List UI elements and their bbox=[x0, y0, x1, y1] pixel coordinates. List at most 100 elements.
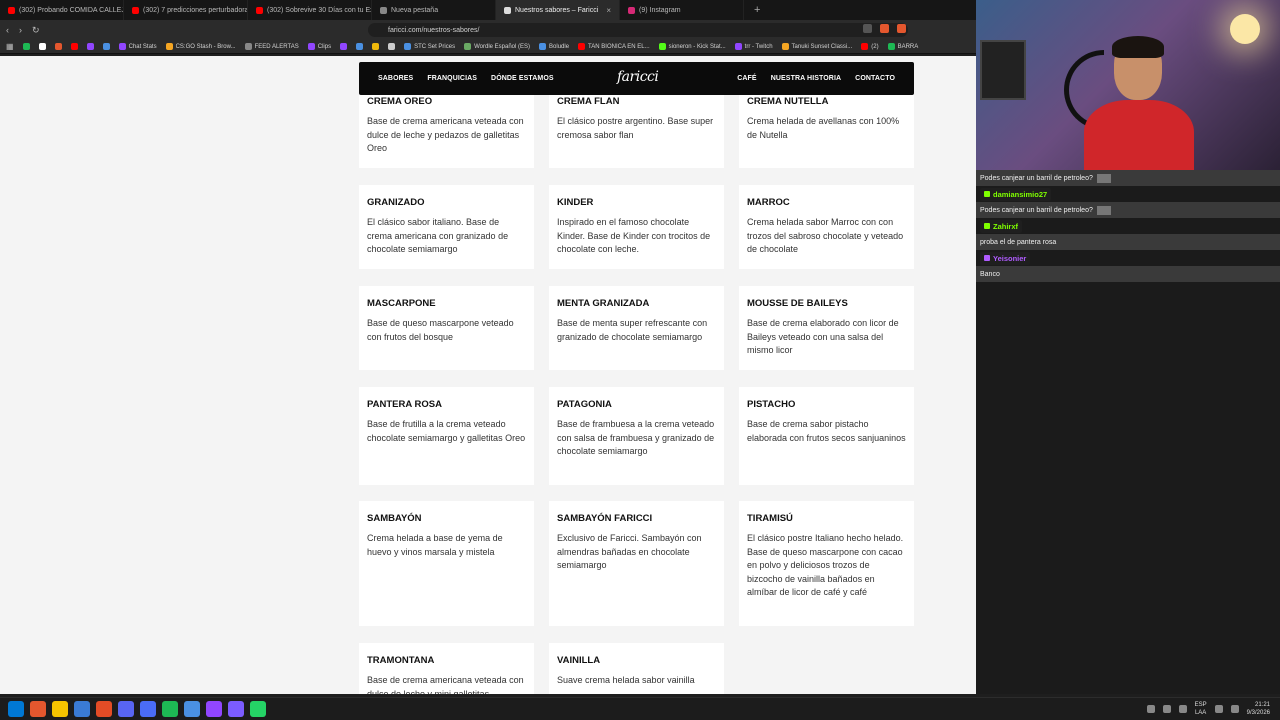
bookmark-item[interactable]: BARRA bbox=[887, 43, 918, 50]
discord-icon[interactable] bbox=[118, 701, 134, 717]
start-icon[interactable] bbox=[8, 701, 24, 717]
flavor-card: CREMA OREO Base de crema americana vetead… bbox=[359, 84, 534, 168]
flavor-card: TIRAMISÚ El clásico postre Italiano hecho… bbox=[739, 501, 914, 626]
apps-grid-icon[interactable]: ▦ bbox=[6, 42, 14, 51]
chat-username-text: damiansimio27 bbox=[993, 189, 1048, 199]
nav-link[interactable]: NUESTRA HISTORIA bbox=[764, 75, 848, 82]
back-icon[interactable]: ‹ bbox=[6, 25, 9, 35]
browser-tab[interactable]: (302) Sobrevive 30 Días con tu Ex en bbox=[248, 0, 372, 20]
bookmark-favicon-icon bbox=[404, 43, 412, 50]
bookmark-favicon-icon bbox=[86, 43, 94, 50]
bookmark-item[interactable]: Boludle bbox=[539, 43, 569, 50]
bookmark-item[interactable]: Chat Stats bbox=[118, 43, 157, 50]
browser-tab[interactable]: (9) Instagram bbox=[620, 0, 744, 20]
wifi-icon[interactable] bbox=[1214, 705, 1223, 713]
clock[interactable]: 21:21 9/3/2026 bbox=[1247, 701, 1270, 717]
flavor-name: CREMA FLAN bbox=[557, 96, 620, 107]
tab-strip: (302) Probando COMIDA CALLEJERA (302) 7 p… bbox=[0, 0, 976, 20]
browser-tab[interactable]: Nuestros sabores – Faricci × bbox=[496, 0, 620, 20]
bookmark-item[interactable] bbox=[340, 43, 348, 50]
windows-taskbar: ESP LAA 21:21 9/3/2026 bbox=[0, 697, 1280, 720]
bookmark-item[interactable]: Tanuki Sunset Classi... bbox=[781, 43, 852, 50]
app-icon[interactable] bbox=[228, 701, 244, 717]
bookmark-item[interactable]: trr - Twitch bbox=[734, 43, 773, 50]
nav-link[interactable]: CONTACTO bbox=[848, 75, 902, 82]
mic-icon[interactable] bbox=[1178, 705, 1187, 713]
app-icon[interactable] bbox=[184, 701, 200, 717]
file-explorer-icon[interactable] bbox=[52, 701, 68, 717]
chat-overlay: Podes canjear un barril de petroleo? dami… bbox=[976, 170, 1280, 282]
bookmark-item[interactable]: FEED ALERTAS bbox=[244, 43, 299, 50]
url-field[interactable]: faricci.com/nuestros-sabores/ bbox=[368, 23, 908, 37]
bookmark-item[interactable] bbox=[70, 43, 78, 50]
reload-icon[interactable]: ↻ bbox=[32, 25, 40, 36]
browser-tab[interactable]: (302) 7 predicciones perturbadoras d bbox=[124, 0, 248, 20]
app-icon[interactable] bbox=[206, 701, 222, 717]
bookmark-item[interactable]: Clips bbox=[307, 43, 332, 50]
browser-tab[interactable]: Nueva pestaña bbox=[372, 0, 496, 20]
browser-tab[interactable]: (302) Probando COMIDA CALLEJERA bbox=[0, 0, 124, 20]
whatsapp-icon[interactable] bbox=[250, 701, 266, 717]
flavor-name: GRANIZADO bbox=[367, 197, 425, 208]
network-icon[interactable] bbox=[1162, 705, 1171, 713]
nav-link[interactable]: DÓNDE ESTAMOS bbox=[484, 75, 561, 82]
streamer bbox=[1064, 36, 1194, 170]
bookmark-favicon-icon bbox=[887, 43, 895, 50]
bookmark-item[interactable]: Wordle Español (ES) bbox=[464, 43, 530, 50]
tab-favicon-icon bbox=[504, 6, 511, 14]
chat-message-text: Podes canjear un barril de petroleo? bbox=[980, 174, 1093, 182]
bookmark-item[interactable] bbox=[102, 43, 110, 50]
bookmark-favicon-icon bbox=[578, 43, 586, 50]
chat-emote-icon bbox=[1096, 205, 1111, 215]
bookmark-item[interactable] bbox=[356, 43, 364, 50]
bookmarks-bar: ▦ Chat Stats CS:GO Stash - Brow... FEED AL… bbox=[0, 40, 976, 54]
stream-panel: Podes canjear un barril de petroleo? dami… bbox=[976, 0, 1280, 694]
flavor-name: PISTACHO bbox=[747, 399, 796, 410]
flavor-description: Inspirado en el famoso chocolate Kinder.… bbox=[557, 217, 711, 255]
bookmark-item[interactable] bbox=[54, 43, 62, 50]
streamer-shirt bbox=[1084, 100, 1194, 170]
page-viewport: SABORES FRANQUICIAS DÓNDE ESTAMOS faricci … bbox=[0, 56, 976, 694]
bookmark-item[interactable]: (2) bbox=[861, 43, 879, 50]
forward-icon[interactable]: › bbox=[19, 25, 22, 35]
bookmark-item[interactable] bbox=[86, 43, 94, 50]
faricci-logo[interactable]: faricci bbox=[617, 69, 659, 85]
flavor-description: Base de crema americana veteada con dulc… bbox=[367, 116, 524, 154]
taskbar-apps bbox=[8, 701, 266, 717]
flavor-name: SAMBAYÓN FARICCI bbox=[557, 513, 653, 524]
bookmark-item[interactable] bbox=[38, 43, 46, 50]
chat-message-text: Podes canjear un barril de petroleo? bbox=[980, 206, 1093, 214]
nav-link[interactable]: FRANQUICIAS bbox=[420, 75, 484, 82]
brave-icon[interactable] bbox=[30, 701, 46, 717]
url-text: faricci.com/nuestros-sabores/ bbox=[388, 26, 480, 34]
new-tab-button[interactable]: + bbox=[744, 4, 760, 16]
close-tab-icon[interactable]: × bbox=[606, 6, 611, 15]
flavor-description: El clásico postre Italiano hecho helado.… bbox=[747, 533, 904, 598]
volume-icon[interactable] bbox=[1230, 705, 1239, 713]
share-icon[interactable] bbox=[863, 24, 872, 33]
language-indicator[interactable]: ESP LAA bbox=[1195, 701, 1207, 717]
brave-rewards-icon[interactable] bbox=[897, 24, 906, 33]
bookmark-label: Clips bbox=[317, 43, 332, 50]
bookmark-item[interactable]: TAN BIONICA EN EL... bbox=[578, 43, 650, 50]
bookmark-item[interactable] bbox=[372, 43, 380, 50]
flavor-description: Base de crema americana veteada con dulc… bbox=[367, 675, 524, 694]
brave-shield-icon[interactable] bbox=[880, 24, 889, 33]
bookmark-item[interactable]: sioneron - Kick Stat... bbox=[658, 43, 726, 50]
bookmark-favicon-icon bbox=[244, 43, 252, 50]
chevron-up-icon[interactable] bbox=[1146, 705, 1155, 713]
nav-link[interactable]: CAFÉ bbox=[730, 75, 763, 82]
flavor-card: TRAMONTANA Base de crema americana vetead… bbox=[359, 643, 534, 694]
spotify-icon[interactable] bbox=[162, 701, 178, 717]
bookmark-item[interactable] bbox=[22, 43, 30, 50]
bookmark-item[interactable]: CS:GO Stash - Brow... bbox=[165, 43, 236, 50]
bookmark-item[interactable]: STC Set Prices bbox=[404, 43, 455, 50]
bookmark-item[interactable] bbox=[388, 43, 396, 50]
app-icon[interactable] bbox=[140, 701, 156, 717]
nav-link[interactable]: SABORES bbox=[371, 75, 420, 82]
chrome-icon[interactable] bbox=[96, 701, 112, 717]
bookmark-favicon-icon bbox=[861, 43, 869, 50]
flavor-name: TRAMONTANA bbox=[367, 655, 435, 666]
nav-left: SABORES FRANQUICIAS DÓNDE ESTAMOS bbox=[371, 75, 561, 82]
steam-icon[interactable] bbox=[74, 701, 90, 717]
